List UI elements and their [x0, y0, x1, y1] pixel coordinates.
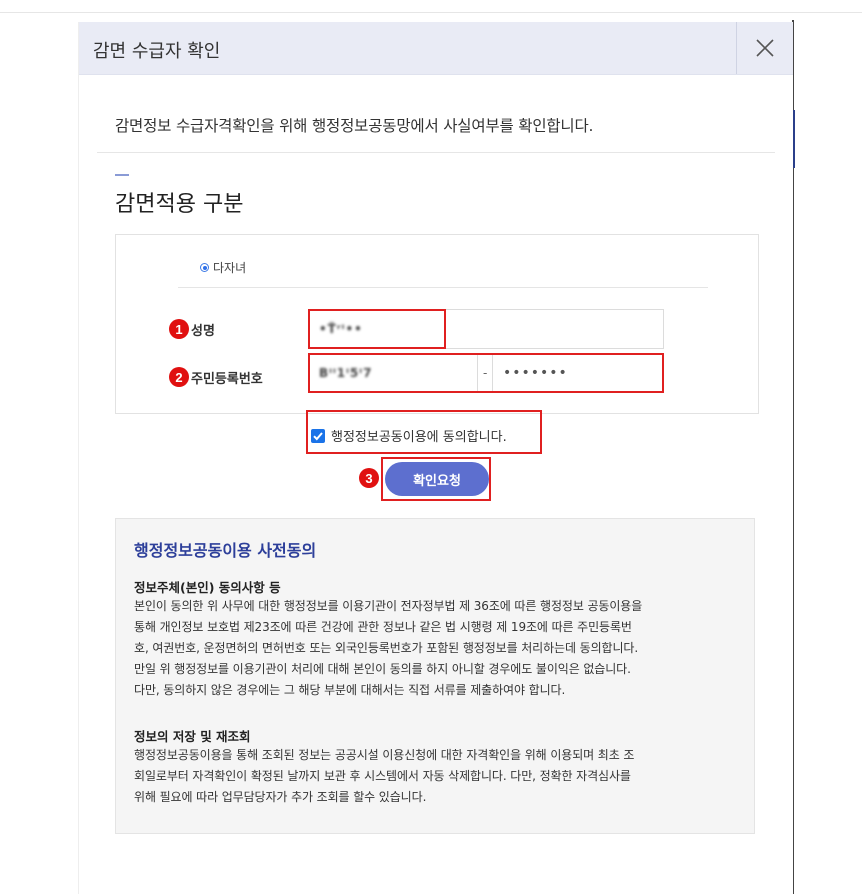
agree-checkbox[interactable]: [311, 428, 325, 443]
intro-divider: [97, 152, 775, 153]
consent-line: 다만, 동의하지 않은 경우에는 그 해당 부분에 대해서는 직접 서류를 제출…: [134, 683, 566, 697]
consent-panel: 행정정보공동이용 사전동의 정보주체(본인) 동의사항 등 본인이 동의한 위 …: [115, 518, 755, 834]
form-divider: [178, 287, 708, 288]
name-value: •T̈ʳᴵ••: [319, 322, 363, 336]
checkmark-icon: [313, 431, 323, 440]
step-badge-3: 3: [359, 468, 379, 488]
step-badge-2: 2: [169, 367, 189, 387]
radio-option-label: 다자녀: [213, 261, 247, 275]
page-top-rule: [0, 12, 862, 13]
consent-line: 호, 여권번호, 운정면허의 면허번호 또는 외국인등록번호가 포함된 행정정보…: [134, 641, 639, 655]
rrn-separator: -: [483, 366, 488, 380]
agree-checkbox-row[interactable]: 행정정보공동이용에 동의합니다.: [311, 426, 507, 445]
rrn-front-input[interactable]: Bᴵᴵ1ᴵ5ᴵ7: [308, 353, 478, 393]
consent-title: 행정정보공동이용 사전동의: [134, 541, 317, 560]
consent-line: 회일로부터 자격확인이 확정된 날까지 보관 후 시스템에서 자동 삭제합니다.…: [134, 769, 631, 783]
intro-text: 감면정보 수급자격확인을 위해 행정정보공동망에서 사실여부를 확인합니다.: [115, 117, 594, 135]
exemption-form: 다자녀 1 성명 •T̈ʳᴵ•• 2 주민등록번호 Bᴵᴵ1ᴵ5ᴵ7 - •••…: [115, 234, 759, 414]
consent-line: 만일 위 행정정보를 이용기관이 처리에 대해 본인이 동의를 하지 아니할 경…: [134, 662, 631, 676]
modal-title: 감면 수급자 확인: [93, 41, 221, 62]
step-badge-1: 1: [169, 319, 189, 339]
name-label: 성명: [191, 324, 215, 339]
rrn-back-value: •••••••: [503, 365, 568, 381]
consent-section2-body: 행정정보공동이용을 통해 조회된 정보는 공공시설 이용신청에 대한 자격확인을…: [134, 745, 740, 808]
modal-header: 감면 수급자 확인: [79, 22, 793, 75]
confirm-request-button[interactable]: 확인요청: [385, 462, 489, 496]
section-accent-bar: [115, 174, 129, 176]
radio-option-multichild[interactable]: 다자녀: [200, 259, 246, 276]
close-button[interactable]: [736, 22, 793, 74]
consent-line: 본인이 동의한 위 사무에 대한 행정정보를 이용기관이 전자정부법 제 36조…: [134, 599, 643, 613]
agree-label: 행정정보공동이용에 동의합니다.: [331, 430, 507, 445]
rrn-front-value: Bᴵᴵ1ᴵ5ᴵ7: [319, 366, 373, 380]
close-icon: [756, 39, 774, 57]
exemption-recipient-modal: 감면 수급자 확인 감면정보 수급자격확인을 위해 행정정보공동망에서 사실여부…: [78, 22, 793, 894]
consent-section1-body: 본인이 동의한 위 사무에 대한 행정정보를 이용기관이 전자정부법 제 36조…: [134, 596, 740, 701]
section-title: 감면적용 구분: [115, 192, 244, 217]
radio-selected-icon[interactable]: [200, 263, 209, 272]
consent-line: 위해 필요에 따라 업무담당자가 추가 조회를 할수 있습니다.: [134, 790, 427, 804]
consent-line: 행정정보공동이용을 통해 조회된 정보는 공공시설 이용신청에 대한 자격확인을…: [134, 748, 635, 762]
rrn-back-input[interactable]: •••••••: [492, 353, 664, 393]
rrn-label: 주민등록번호: [191, 372, 263, 387]
name-input[interactable]: •T̈ʳᴵ••: [308, 309, 664, 349]
consent-section2-heading: 정보의 저장 및 재조회: [134, 729, 251, 744]
consent-section1-heading: 정보주체(본인) 동의사항 등: [134, 580, 281, 595]
consent-line: 통해 개인정보 보호법 제23조에 따른 건강에 관한 정보나 같은 법 시행령…: [134, 620, 632, 634]
